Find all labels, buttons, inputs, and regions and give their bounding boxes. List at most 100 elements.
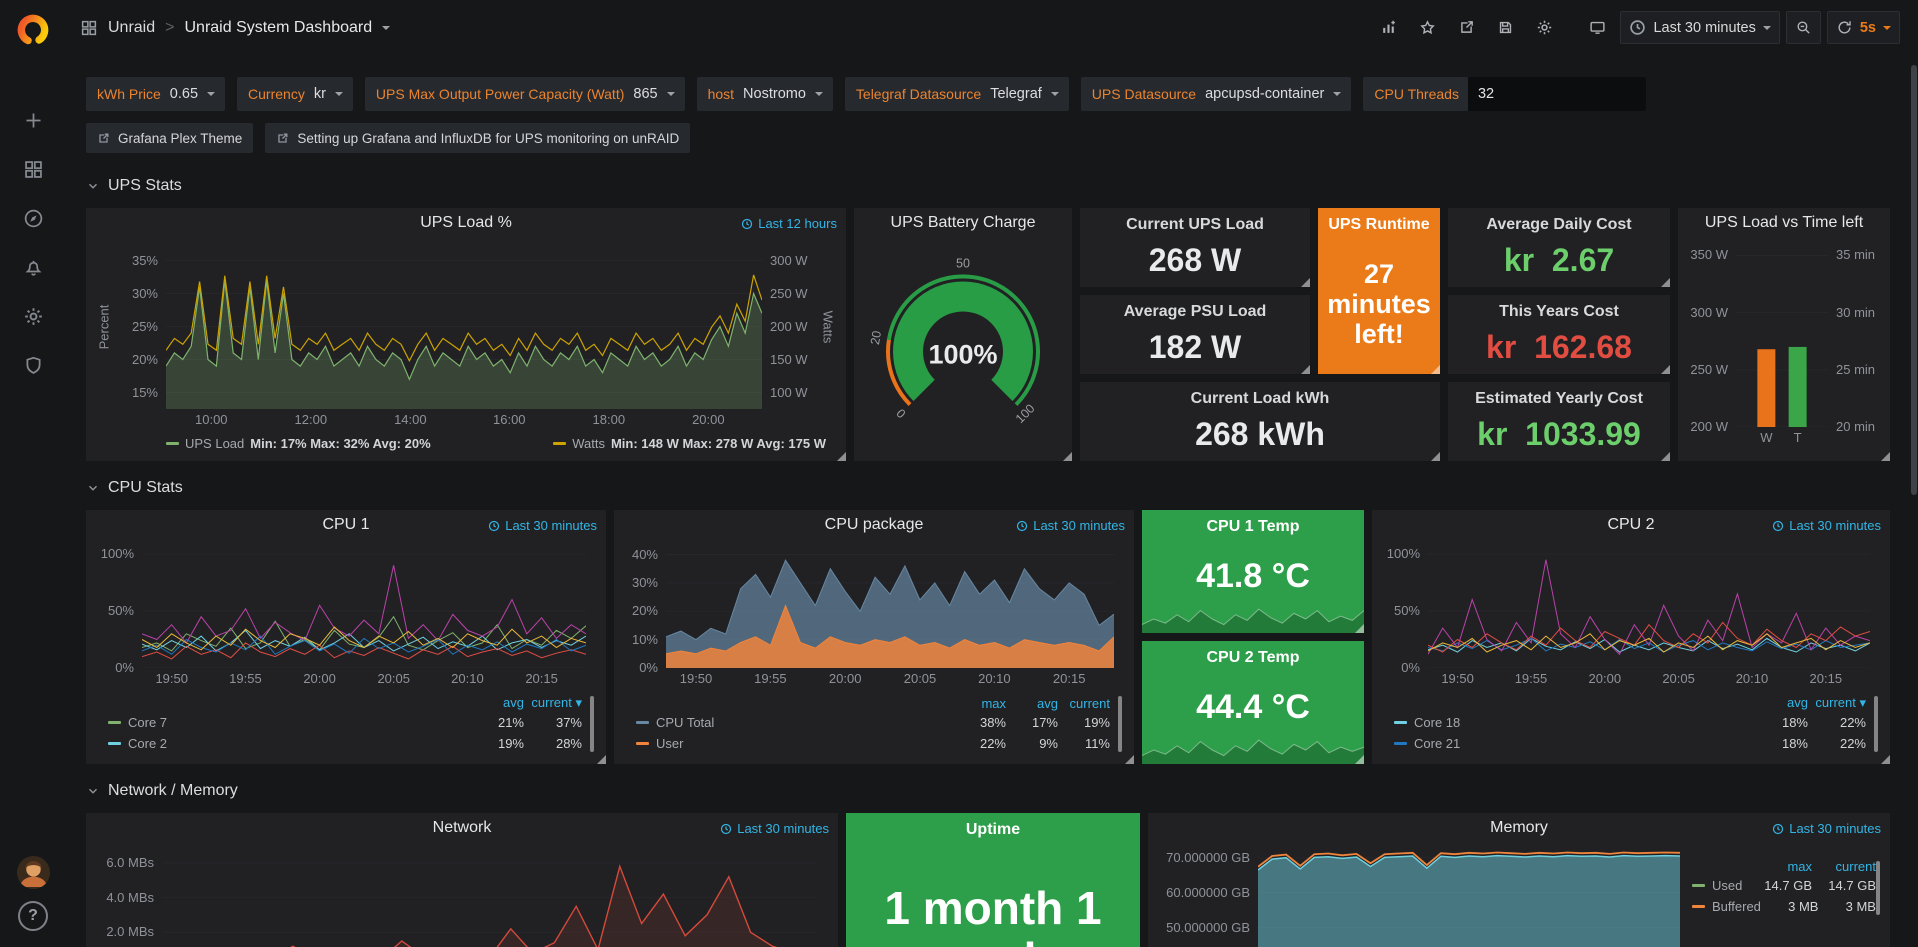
legend-column-header[interactable]: current: [1058, 696, 1110, 711]
variable-ups-datasource[interactable]: UPS Datasource apcupsd-container: [1081, 77, 1352, 111]
panel-title[interactable]: Average Daily Cost: [1486, 216, 1631, 234]
user-avatar[interactable]: [17, 856, 50, 889]
panel-resize-handle[interactable]: [597, 755, 606, 764]
grafana-logo-icon[interactable]: [15, 12, 51, 48]
dashboards-grid-icon[interactable]: [13, 149, 53, 189]
legend-series-label[interactable]: Buffered: [1692, 899, 1761, 914]
variable-kwh-price[interactable]: kWh Price 0.65: [86, 77, 225, 111]
breadcrumb-dashboard-title[interactable]: Unraid System Dashboard: [184, 19, 372, 37]
panel-resize-handle[interactable]: [1301, 365, 1310, 374]
legend-column-header[interactable]: max: [1748, 859, 1812, 874]
settings-gear-icon[interactable]: [1528, 11, 1561, 44]
panel-title[interactable]: UPS Load vs Time left: [1705, 214, 1863, 232]
panel-resize-handle[interactable]: [1881, 755, 1890, 764]
legend-series-label[interactable]: UPS Load: [185, 436, 244, 451]
explore-compass-icon[interactable]: [13, 198, 53, 238]
legend-column-header[interactable]: current ▾: [524, 695, 582, 711]
panel-resize-handle[interactable]: [837, 452, 846, 461]
alerting-bell-icon[interactable]: [13, 247, 53, 287]
legend-column-header[interactable]: current: [1812, 859, 1876, 874]
panel-title[interactable]: UPS Runtime: [1328, 216, 1429, 234]
legend-series-label[interactable]: Core 21: [1394, 736, 1750, 751]
panel-resize-handle[interactable]: [1355, 624, 1364, 633]
row-ups-stats[interactable]: UPS Stats: [86, 177, 1898, 195]
variable-telegraf-datasource[interactable]: Telegraf Datasource Telegraf: [845, 77, 1069, 111]
stat-value: 27 minutes left!: [1318, 234, 1440, 374]
panel-title[interactable]: CPU 1: [322, 516, 369, 534]
save-button[interactable]: [1489, 11, 1522, 44]
legend-scrollbar[interactable]: [1876, 861, 1880, 915]
breadcrumb-folder[interactable]: Unraid: [108, 19, 155, 37]
panel-resize-handle[interactable]: [1661, 365, 1670, 374]
panel-resize-handle[interactable]: [1881, 452, 1890, 461]
page-scrollbar[interactable]: [1910, 55, 1918, 947]
panel-title[interactable]: Uptime: [966, 821, 1020, 839]
panel-title[interactable]: CPU 1 Temp: [1206, 518, 1299, 536]
panel-resize-handle[interactable]: [1301, 278, 1310, 287]
server-admin-shield-icon[interactable]: [13, 345, 53, 385]
share-button[interactable]: [1450, 11, 1483, 44]
panel-title[interactable]: Estimated Yearly Cost: [1475, 390, 1643, 408]
panel-title[interactable]: CPU package: [825, 516, 924, 534]
variable-host[interactable]: host Nostromo: [697, 77, 833, 111]
chevron-down-icon[interactable]: [382, 26, 390, 30]
panel-title[interactable]: Average PSU Load: [1124, 303, 1267, 321]
legend-series-label[interactable]: Core 18: [1394, 715, 1750, 730]
panel-title[interactable]: UPS Load %: [420, 214, 512, 232]
variable-ups-max-output[interactable]: UPS Max Output Power Capacity (Watt) 865: [365, 77, 685, 111]
panel-resize-handle[interactable]: [1125, 755, 1134, 764]
legend-scrollbar[interactable]: [590, 696, 594, 752]
add-panel-button[interactable]: [1372, 11, 1405, 44]
panel-resize-handle[interactable]: [1431, 365, 1440, 374]
time-range-picker[interactable]: Last 30 minutes: [1620, 11, 1779, 44]
configuration-gear-icon[interactable]: [13, 296, 53, 336]
plot-area: [166, 244, 762, 409]
zoom-out-button[interactable]: [1786, 11, 1821, 44]
panel-title[interactable]: CPU 2: [1607, 516, 1654, 534]
cycle-view-tv-icon[interactable]: [1581, 11, 1614, 44]
row-network-memory[interactable]: Network / Memory: [86, 782, 1898, 800]
panel-resize-handle[interactable]: [1431, 452, 1440, 461]
dashboard-grid-icon[interactable]: [80, 19, 98, 37]
panel-resize-handle[interactable]: [1661, 452, 1670, 461]
legend-column-header[interactable]: avg: [466, 695, 524, 711]
legend-series-label[interactable]: Core 2: [108, 736, 466, 751]
row-cpu-stats[interactable]: CPU Stats: [86, 479, 1898, 497]
panel-resize-handle[interactable]: [1661, 278, 1670, 287]
cpu-threads-input[interactable]: [1468, 77, 1646, 111]
axis-tick-label: 15%: [114, 385, 158, 400]
help-icon[interactable]: ?: [18, 901, 48, 931]
panel-title[interactable]: Network: [433, 819, 492, 837]
refresh-button[interactable]: 5s: [1827, 11, 1900, 44]
axis-tick-label: 16:00: [479, 412, 539, 427]
star-button[interactable]: [1411, 11, 1444, 44]
panel-title[interactable]: Current UPS Load: [1126, 216, 1264, 234]
variable-label-chip: CPU Threads: [1363, 77, 1468, 111]
plus-icon[interactable]: [13, 100, 53, 140]
axis-tick-label: 35 min: [1836, 247, 1875, 262]
legend-series-label[interactable]: Used: [1692, 878, 1748, 893]
panel-resize-handle[interactable]: [1355, 755, 1364, 764]
scrollbar-thumb[interactable]: [1911, 65, 1917, 495]
legend-series-label[interactable]: User: [636, 736, 954, 751]
link-grafana-plex-theme[interactable]: Grafana Plex Theme: [86, 123, 253, 153]
legend-column-header[interactable]: max: [954, 696, 1006, 711]
panel-title[interactable]: Memory: [1490, 819, 1548, 837]
panel-resize-handle[interactable]: [1063, 452, 1072, 461]
legend-series-label[interactable]: CPU Total: [636, 715, 954, 730]
panel-title[interactable]: UPS Battery Charge: [891, 214, 1036, 232]
legend-column-header[interactable]: avg: [1750, 695, 1808, 711]
link-ups-monitoring-guide[interactable]: Setting up Grafana and InfluxDB for UPS …: [265, 123, 690, 153]
legend-scrollbar[interactable]: [1874, 696, 1878, 752]
axis-tick-label: 50%: [1382, 603, 1420, 618]
legend-column-header[interactable]: current ▾: [1808, 695, 1866, 711]
panel-title[interactable]: CPU 2 Temp: [1206, 649, 1299, 667]
legend-scrollbar[interactable]: [1118, 696, 1122, 752]
panel-title[interactable]: Current Load kWh: [1191, 390, 1330, 408]
legend-series-label[interactable]: Core 7: [108, 715, 466, 730]
legend-column-header[interactable]: avg: [1006, 696, 1058, 711]
legend-series-label[interactable]: Watts: [572, 436, 605, 451]
axis-tick-label: 20:15: [1039, 671, 1099, 686]
variable-currency[interactable]: Currency kr: [237, 77, 353, 111]
panel-title[interactable]: This Years Cost: [1499, 303, 1619, 321]
